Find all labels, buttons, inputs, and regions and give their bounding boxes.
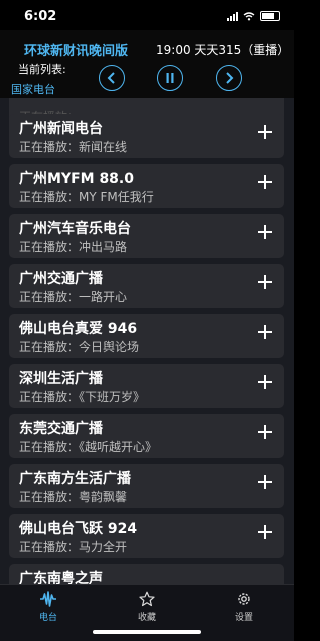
tab-favorites[interactable]: 收藏 bbox=[117, 591, 177, 623]
tab-settings[interactable]: 设置 bbox=[214, 591, 274, 623]
station-now-playing: 正在播放：今日舆论场 bbox=[19, 340, 140, 354]
next-button[interactable] bbox=[216, 65, 242, 91]
star-icon bbox=[139, 591, 155, 607]
station-card[interactable]: 佛山电台真爱 946 正在播放：今日舆论场 bbox=[9, 314, 284, 358]
station-card[interactable]: 广州新闻电台 正在播放：新闻在线 bbox=[9, 114, 284, 158]
station-list[interactable]: 正在播放：…… 广州新闻电台 正在播放：新闻在线 广州MYFM 88.0 正在播… bbox=[0, 98, 294, 584]
add-favorite-plus-icon[interactable] bbox=[258, 125, 272, 139]
chevron-right-icon bbox=[226, 72, 234, 84]
previous-button[interactable] bbox=[99, 65, 125, 91]
tab-label: 设置 bbox=[234, 613, 253, 623]
station-name: 深圳生活广播 bbox=[19, 371, 103, 387]
station-card[interactable]: 深圳生活广播 正在播放：《下班万岁》 bbox=[9, 364, 284, 408]
station-now-playing: 正在播放：马力全开 bbox=[19, 540, 128, 554]
station-name: 广州新闻电台 bbox=[19, 121, 103, 137]
program-title: 环球新财讯晚间版 bbox=[24, 44, 129, 59]
station-name: 佛山电台真爱 946 bbox=[19, 321, 138, 337]
station-name: 广东南方生活广播 bbox=[19, 471, 131, 487]
add-favorite-plus-icon[interactable] bbox=[258, 175, 272, 189]
status-time: 6:02 bbox=[24, 9, 57, 24]
station-card[interactable]: 广东南粤之声 bbox=[9, 564, 284, 584]
status-bar: 6:02 bbox=[0, 0, 294, 30]
pause-button[interactable] bbox=[157, 65, 183, 91]
station-now-playing: 正在播放：一路开心 bbox=[19, 290, 128, 304]
add-favorite-plus-icon[interactable] bbox=[258, 425, 272, 439]
add-favorite-plus-icon[interactable] bbox=[258, 525, 272, 539]
tab-radio[interactable]: 电台 bbox=[18, 591, 78, 623]
add-favorite-plus-icon[interactable] bbox=[258, 475, 272, 489]
station-name: 东莞交通广播 bbox=[19, 421, 103, 437]
station-card[interactable]: 佛山电台飞跃 924 正在播放：马力全开 bbox=[9, 514, 284, 558]
station-now-playing: 正在播放：《越听越开心》 bbox=[19, 440, 158, 454]
station-now-playing: 正在播放：MY FM任我行 bbox=[19, 190, 154, 204]
station-card[interactable]: 广州MYFM 88.0 正在播放：MY FM任我行 bbox=[9, 164, 284, 208]
cellular-signal-icon bbox=[227, 11, 238, 21]
current-list-label: 当前列表: bbox=[18, 63, 66, 76]
now-playing-schedule: 19:00 天天315（重播） bbox=[156, 43, 290, 57]
add-favorite-plus-icon[interactable] bbox=[258, 375, 272, 389]
add-favorite-plus-icon[interactable] bbox=[258, 325, 272, 339]
station-card[interactable]: 广州汽车音乐电台 正在播放：冲出马路 bbox=[9, 214, 284, 258]
radio-wave-icon bbox=[40, 591, 56, 607]
wifi-icon bbox=[243, 11, 255, 20]
status-icons bbox=[227, 11, 280, 21]
station-name: 广州MYFM 88.0 bbox=[19, 171, 134, 187]
station-name: 广州汽车音乐电台 bbox=[19, 221, 131, 237]
tab-label: 电台 bbox=[38, 613, 57, 623]
add-favorite-plus-icon[interactable] bbox=[258, 225, 272, 239]
station-card[interactable]: 东莞交通广播 正在播放：《越听越开心》 bbox=[9, 414, 284, 458]
station-name: 佛山电台飞跃 924 bbox=[19, 521, 138, 537]
station-now-playing: 正在播放：新闻在线 bbox=[19, 140, 128, 154]
home-indicator bbox=[93, 630, 201, 634]
tab-label: 收藏 bbox=[137, 613, 156, 623]
station-now-playing: 正在播放：冲出马路 bbox=[19, 240, 128, 254]
gear-icon bbox=[238, 593, 250, 605]
station-now-playing: 正在播放：粤韵飘馨 bbox=[19, 490, 128, 504]
station-card[interactable]: 广东南方生活广播 正在播放：粤韵飘馨 bbox=[9, 464, 284, 508]
battery-icon bbox=[260, 11, 280, 21]
pause-icon bbox=[166, 73, 174, 83]
player-header: 环球新财讯晚间版 19:00 天天315（重播） 当前列表: 国家电台 bbox=[0, 30, 294, 98]
station-name: 广州交通广播 bbox=[19, 271, 103, 287]
current-list-value[interactable]: 国家电台 bbox=[11, 81, 55, 97]
station-name: 广东南粤之声 bbox=[19, 571, 103, 584]
chevron-left-icon bbox=[107, 72, 115, 84]
station-now-playing: 正在播放：《下班万岁》 bbox=[19, 390, 146, 404]
station-card[interactable]: 广州交通广播 正在播放：一路开心 bbox=[9, 264, 284, 308]
add-favorite-plus-icon[interactable] bbox=[258, 275, 272, 289]
